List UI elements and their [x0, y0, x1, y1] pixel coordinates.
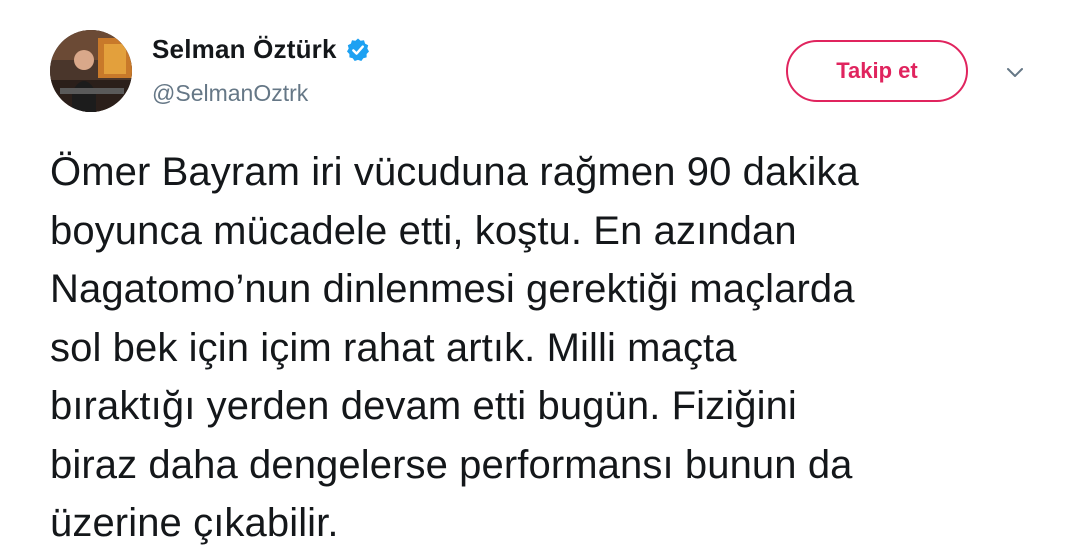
- name-row: Selman Öztürk: [152, 34, 371, 65]
- verified-icon: [345, 37, 371, 63]
- tweet-text: Ömer Bayram iri vücuduna rağmen 90 dakik…: [50, 150, 859, 545]
- tweet-card: Selman Öztürk @SelmanOztrk Takip et Ömer…: [0, 0, 1090, 555]
- user-handle[interactable]: @SelmanOztrk: [152, 80, 308, 107]
- avatar[interactable]: [50, 30, 132, 112]
- display-name[interactable]: Selman Öztürk: [152, 34, 337, 65]
- profile-photo-icon: [50, 30, 132, 112]
- chevron-down-icon[interactable]: [1002, 64, 1028, 82]
- follow-button[interactable]: Takip et: [786, 40, 968, 102]
